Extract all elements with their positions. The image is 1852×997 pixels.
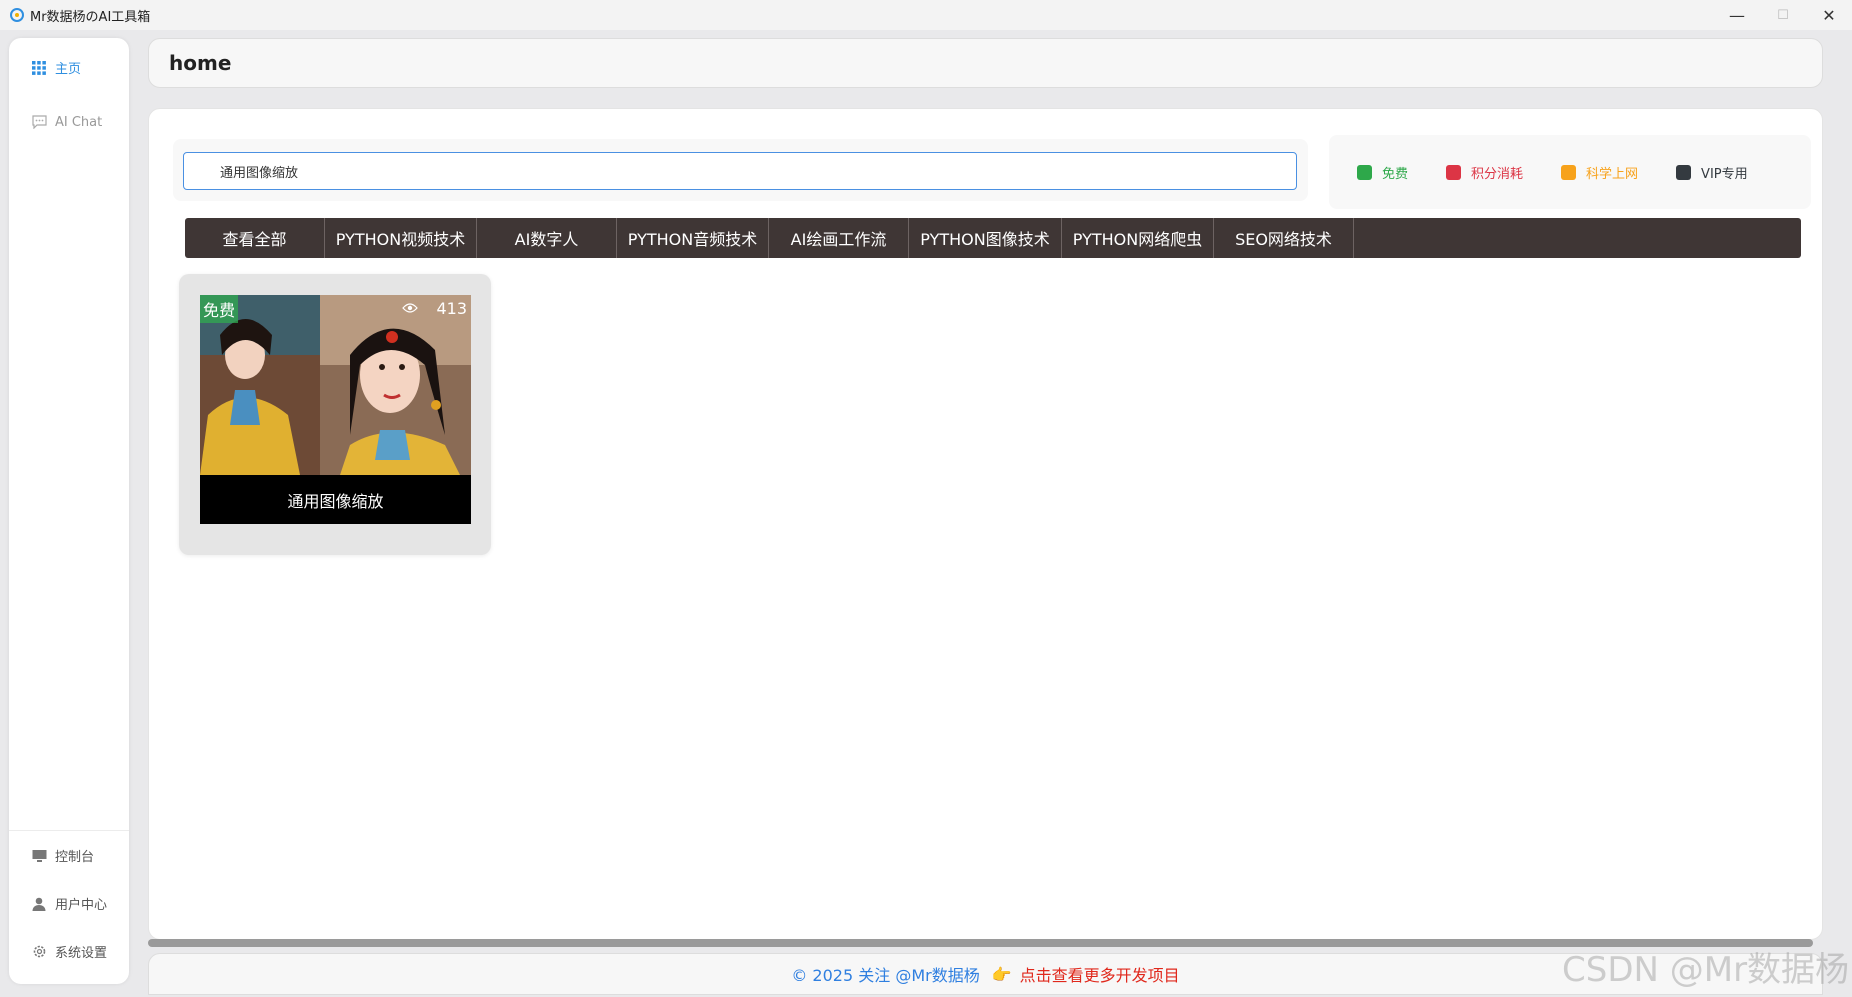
portrait-image xyxy=(200,295,471,475)
search-container xyxy=(173,139,1308,201)
sidebar-item-label: 主页 xyxy=(55,62,82,77)
maximize-button[interactable]: ☐ xyxy=(1760,0,1806,30)
sidebar-item-label: AI Chat xyxy=(55,114,103,130)
legend-item-free: 免费 xyxy=(1357,163,1408,182)
card-thumbnail: 免费 413 xyxy=(200,295,471,475)
monitor-icon xyxy=(31,848,47,864)
app-logo-icon xyxy=(10,8,24,22)
minimize-button[interactable]: — xyxy=(1714,0,1760,30)
sidebar-item-user-center[interactable]: 用户中心 xyxy=(31,894,107,913)
tool-card[interactable]: 免费 413 通用图像缩放 xyxy=(179,274,491,555)
watermark: CSDN @Mr数据杨 xyxy=(1562,950,1850,990)
legend-item-vip: VIP专用 xyxy=(1676,163,1748,182)
sidebar: 主页 AI Chat 控制台 用户中心 系统设置 xyxy=(9,38,129,984)
tab-python-audio[interactable]: PYTHON音频技术 xyxy=(617,218,769,258)
legend-swatch xyxy=(1561,164,1577,180)
category-tabs: 查看全部 PYTHON视频技术 AI数字人 PYTHON音频技术 AI绘画工作流… xyxy=(185,218,1801,258)
window-title: Mr数据杨のAI工具箱 xyxy=(30,9,151,25)
window-controls: — ☐ ✕ xyxy=(1714,0,1852,30)
gear-icon xyxy=(31,944,47,960)
more-projects-link[interactable]: 点击查看更多开发项目 xyxy=(1020,962,1180,986)
legend-swatch xyxy=(1446,164,1462,180)
sidebar-divider xyxy=(9,830,129,831)
sidebar-item-label: 用户中心 xyxy=(55,898,108,913)
sidebar-item-console[interactable]: 控制台 xyxy=(31,846,94,865)
legend-label: 免费 xyxy=(1382,166,1409,182)
legend-item-points: 积分消耗 xyxy=(1446,163,1523,182)
legend-label: 积分消耗 xyxy=(1471,166,1524,182)
close-button[interactable]: ✕ xyxy=(1806,0,1852,30)
tab-ai-painting-workflow[interactable]: AI绘画工作流 xyxy=(769,218,909,258)
legend-label: VIP专用 xyxy=(1701,166,1748,182)
card-title: 通用图像缩放 xyxy=(200,475,471,524)
user-icon xyxy=(31,896,47,912)
tag-legend: 免费 积分消耗 科学上网 VIP专用 xyxy=(1329,135,1811,209)
footer-copyright: © 2025 关注 @Mr数据杨 xyxy=(791,966,980,985)
main-panel: 免费 积分消耗 科学上网 VIP专用 查看全部 PYTHON视频技术 AI数字人… xyxy=(148,108,1823,940)
legend-swatch xyxy=(1676,164,1692,180)
tab-python-image[interactable]: PYTHON图像技术 xyxy=(909,218,1062,258)
tab-all[interactable]: 查看全部 xyxy=(185,218,325,258)
page-header: home xyxy=(148,38,1823,88)
tab-seo[interactable]: SEO网络技术 xyxy=(1214,218,1354,258)
free-badge: 免费 xyxy=(200,295,239,323)
view-count: 413 xyxy=(402,299,467,318)
grid-icon xyxy=(31,60,47,76)
legend-item-vpn: 科学上网 xyxy=(1561,163,1638,182)
sidebar-item-label: 系统设置 xyxy=(55,946,108,961)
sidebar-item-label: 控制台 xyxy=(55,850,95,865)
sidebar-item-home[interactable]: 主页 xyxy=(31,58,81,77)
window-titlebar: Mr数据杨のAI工具箱 — ☐ ✕ xyxy=(0,0,1852,30)
pointing-hand-icon: 👉 xyxy=(991,964,1012,984)
page-title: home xyxy=(169,51,232,75)
sidebar-item-settings[interactable]: 系统设置 xyxy=(31,942,107,961)
tab-ai-digital-human[interactable]: AI数字人 xyxy=(477,218,617,258)
legend-label: 科学上网 xyxy=(1586,166,1639,182)
legend-swatch xyxy=(1357,164,1372,180)
view-count-value: 413 xyxy=(436,299,467,318)
sidebar-item-ai-chat[interactable]: AI Chat xyxy=(31,114,102,130)
eye-icon xyxy=(402,299,419,318)
chat-icon xyxy=(31,114,47,130)
tab-python-crawler[interactable]: PYTHON网络爬虫 xyxy=(1062,218,1214,258)
search-input[interactable] xyxy=(183,152,1297,190)
tab-python-video[interactable]: PYTHON视频技术 xyxy=(325,218,477,258)
